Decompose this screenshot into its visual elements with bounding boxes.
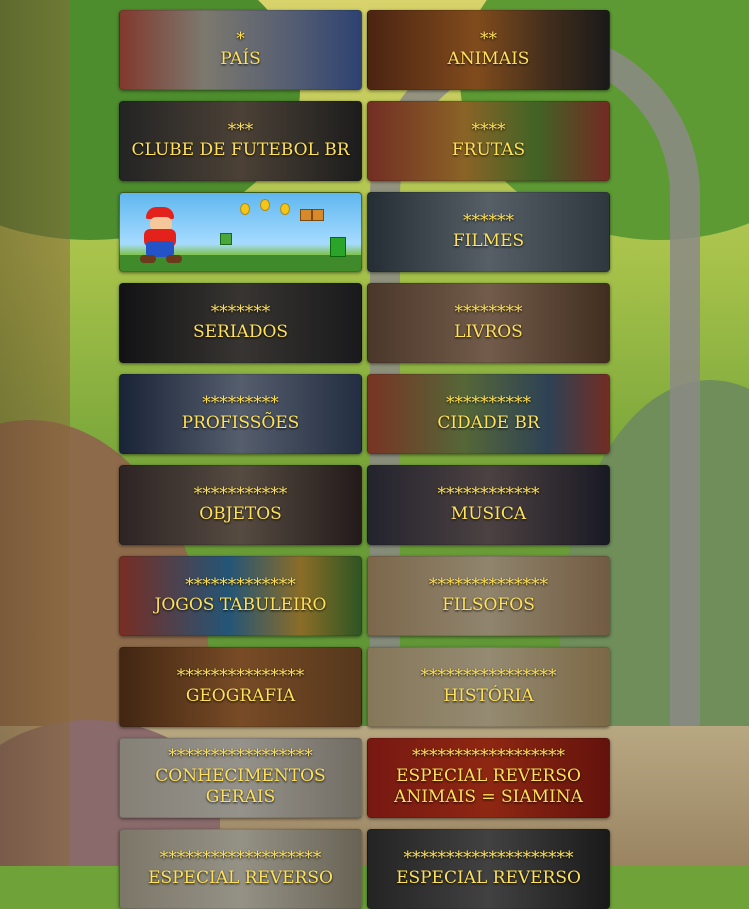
level-tile[interactable] bbox=[119, 192, 362, 272]
level-stars: ************** bbox=[429, 574, 548, 595]
level-tile[interactable]: ** ANIMAIS bbox=[367, 10, 610, 90]
level-stars: ** bbox=[480, 28, 497, 49]
level-label: CLUBE DE FUTEBOL BR bbox=[131, 139, 350, 160]
level-stars: ********** bbox=[446, 392, 531, 413]
level-tile[interactable]: ************** FILSOFOS bbox=[367, 556, 610, 636]
level-tile[interactable]: *********** OBJETOS bbox=[119, 465, 362, 545]
level-label: PAÍS bbox=[220, 48, 261, 69]
level-stars: *********** bbox=[193, 483, 288, 504]
level-tile[interactable]: ******************* ESPECIAL REVERSO bbox=[119, 829, 362, 909]
level-label: JOGOS TABULEIRO bbox=[154, 594, 327, 615]
level-tile[interactable]: *** CLUBE DE FUTEBOL BR bbox=[119, 101, 362, 181]
level-stars: *************** bbox=[176, 665, 305, 686]
level-label: ESPECIAL REVERSO bbox=[396, 867, 581, 888]
level-label: ESPECIAL REVERSO bbox=[148, 867, 333, 888]
level-label: LIVROS bbox=[454, 321, 523, 342]
level-label: HISTÓRIA bbox=[443, 685, 534, 706]
level-stars: ********* bbox=[202, 392, 279, 413]
level-tile[interactable]: ******* SERIADOS bbox=[119, 283, 362, 363]
level-stars: *** bbox=[227, 119, 254, 140]
level-tile[interactable]: ************* JOGOS TABULEIRO bbox=[119, 556, 362, 636]
level-tile[interactable]: ****** FILMES bbox=[367, 192, 610, 272]
mario-game-image bbox=[120, 193, 361, 271]
level-label: SERIADOS bbox=[192, 321, 289, 342]
level-stars: ***************** bbox=[168, 746, 313, 766]
level-tile[interactable]: ****************** ESPECIAL REVERSO ANIMA… bbox=[367, 738, 610, 818]
level-tile[interactable]: ***************** CONHECIMENTOS GERAIS bbox=[119, 738, 362, 818]
level-label: FILSOFOS bbox=[442, 594, 535, 615]
level-stars: ******** bbox=[454, 301, 523, 322]
level-stars: * bbox=[236, 28, 245, 49]
level-label: CIDADE BR bbox=[437, 412, 540, 433]
level-tile[interactable]: ******** LIVROS bbox=[367, 283, 610, 363]
level-label: OBJETOS bbox=[199, 503, 282, 524]
level-label: FILMES bbox=[452, 230, 525, 251]
level-stars: ******************** bbox=[403, 847, 574, 868]
level-label: ANIMAIS bbox=[447, 48, 530, 69]
level-label: ESPECIAL REVERSO ANIMAIS = SIAMINA bbox=[394, 766, 583, 807]
level-stars: ****************** bbox=[412, 746, 565, 766]
level-tile[interactable]: **************** HISTÓRIA bbox=[367, 647, 610, 727]
level-tile[interactable]: * PAÍS bbox=[119, 10, 362, 90]
level-tile[interactable]: ******************** ESPECIAL REVERSO bbox=[367, 829, 610, 909]
level-stars: ************* bbox=[185, 574, 296, 595]
level-tile[interactable]: ************ MUSICA bbox=[367, 465, 610, 545]
level-tile[interactable]: **** FRUTAS bbox=[367, 101, 610, 181]
level-stars: ******************* bbox=[159, 847, 322, 868]
level-stars: **************** bbox=[420, 665, 557, 686]
level-label: FRUTAS bbox=[451, 139, 526, 160]
level-stars: ******* bbox=[210, 301, 271, 322]
level-label: PROFISSÕES bbox=[181, 412, 300, 433]
level-label: GEOGRAFIA bbox=[185, 685, 296, 706]
level-stars: **** bbox=[471, 119, 506, 140]
level-tile[interactable]: ********* PROFISSÕES bbox=[119, 374, 362, 454]
level-label: CONHECIMENTOS GERAIS bbox=[155, 766, 326, 807]
level-label: MUSICA bbox=[450, 503, 527, 524]
level-stars: ************ bbox=[437, 483, 540, 504]
level-stars: ****** bbox=[463, 210, 514, 231]
tree-trunk bbox=[0, 0, 70, 866]
level-tile[interactable]: *************** GEOGRAFIA bbox=[119, 647, 362, 727]
level-tile[interactable]: ********** CIDADE BR bbox=[367, 374, 610, 454]
